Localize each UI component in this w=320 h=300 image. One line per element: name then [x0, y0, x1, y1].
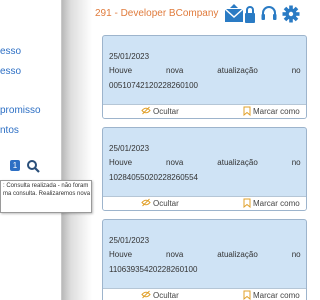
message-word: Houve	[109, 158, 133, 167]
mark-read-button[interactable]: Marcar como	[243, 290, 300, 300]
hide-label: Ocultar	[153, 107, 179, 116]
mail-icon[interactable]	[224, 4, 246, 24]
hide-button[interactable]: Ocultar	[141, 290, 179, 300]
notification-message: Houve nova atualização no p	[109, 158, 306, 167]
message-word: nova	[166, 250, 184, 259]
message-word: atualização	[217, 158, 258, 167]
process-number: 0051074212022826010​0	[109, 81, 198, 90]
notification-card: 25/01/2023 Houve nova atualização no p 1…	[102, 219, 307, 300]
hide-button[interactable]: Ocultar	[141, 198, 179, 208]
company-name: 291 - Developer BCompany	[95, 8, 219, 19]
mark-label: Marcar como	[253, 107, 300, 116]
notification-message: Houve nova atualização no p	[109, 250, 306, 259]
lock-icon[interactable]	[244, 4, 256, 24]
message-word: nova	[166, 158, 184, 167]
sidebar-item[interactable]: promisso	[0, 105, 41, 116]
notification-card: 25/01/2023 Houve nova atualização no p 0…	[102, 35, 307, 119]
hide-label: Ocultar	[153, 291, 179, 300]
mark-read-button[interactable]: Marcar como	[243, 198, 300, 208]
hide-label: Ocultar	[153, 199, 179, 208]
search-icon[interactable]	[26, 159, 40, 173]
bookmark-icon	[243, 290, 251, 300]
notification-message: Houve nova atualização no p	[109, 66, 306, 75]
notification-badge[interactable]: 1	[10, 160, 20, 171]
headset-icon[interactable]	[260, 4, 278, 24]
mark-label: Marcar como	[253, 199, 300, 208]
message-word: Houve	[109, 66, 133, 75]
gear-icon[interactable]	[282, 4, 300, 24]
message-word: atualização	[217, 250, 258, 259]
message-word: atualização	[217, 66, 258, 75]
eye-off-icon	[141, 290, 151, 299]
notification-list: 25/01/2023 Houve nova atualização no p 0…	[92, 28, 307, 300]
notification-card: 25/01/2023 Houve nova atualização no p 1…	[102, 127, 307, 211]
notification-tooltip: : Consulta realizada - não foram ma cons…	[0, 180, 92, 213]
message-word: Houve	[109, 250, 133, 259]
mark-label: Marcar como	[253, 291, 300, 300]
sidebar-item[interactable]: esso	[0, 46, 21, 57]
sidebar-shadow	[62, 0, 92, 300]
message-word: no	[291, 66, 301, 75]
sidebar: esso esso promisso ntos 1	[0, 0, 62, 300]
bookmark-icon	[243, 106, 251, 116]
message-word: nova	[166, 66, 184, 75]
notification-date: 25/01/2023	[109, 144, 150, 153]
message-word: no	[291, 158, 301, 167]
notification-date: 25/01/2023	[109, 52, 150, 61]
bookmark-icon	[243, 198, 251, 208]
mark-read-button[interactable]: Marcar como	[243, 106, 300, 116]
process-number: 10284055020228260554	[109, 173, 198, 182]
eye-off-icon	[141, 106, 151, 115]
sidebar-item[interactable]: ntos	[0, 125, 19, 136]
card-actions: Ocultar Marcar como	[103, 196, 306, 210]
notification-date: 25/01/2023	[109, 236, 150, 245]
process-number: 11063935420228260100	[109, 265, 198, 274]
message-word: no	[291, 250, 301, 259]
card-actions: Ocultar Marcar como	[103, 288, 306, 300]
hide-button[interactable]: Ocultar	[141, 106, 179, 116]
top-header: 291 - Developer BCompany	[92, 0, 300, 28]
sidebar-item[interactable]: esso	[0, 66, 21, 77]
eye-off-icon	[141, 198, 151, 207]
card-actions: Ocultar Marcar como	[103, 104, 306, 118]
